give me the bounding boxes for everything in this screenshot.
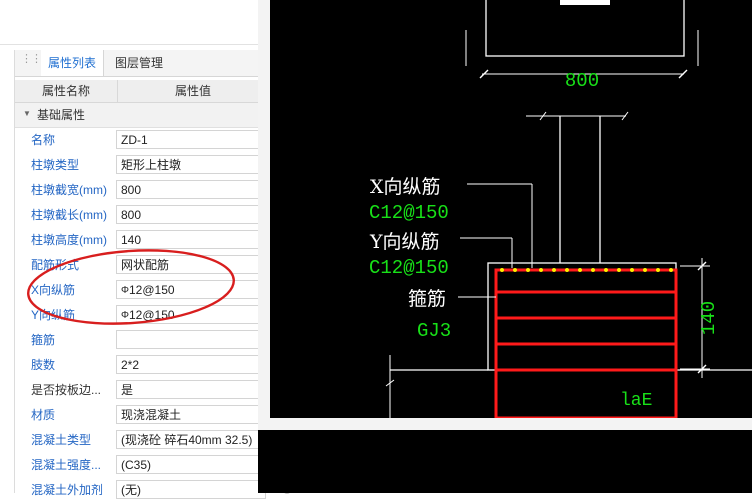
hand-drawn-circle-annotation	[27, 249, 235, 325]
annotation-overlay	[27, 249, 235, 325]
